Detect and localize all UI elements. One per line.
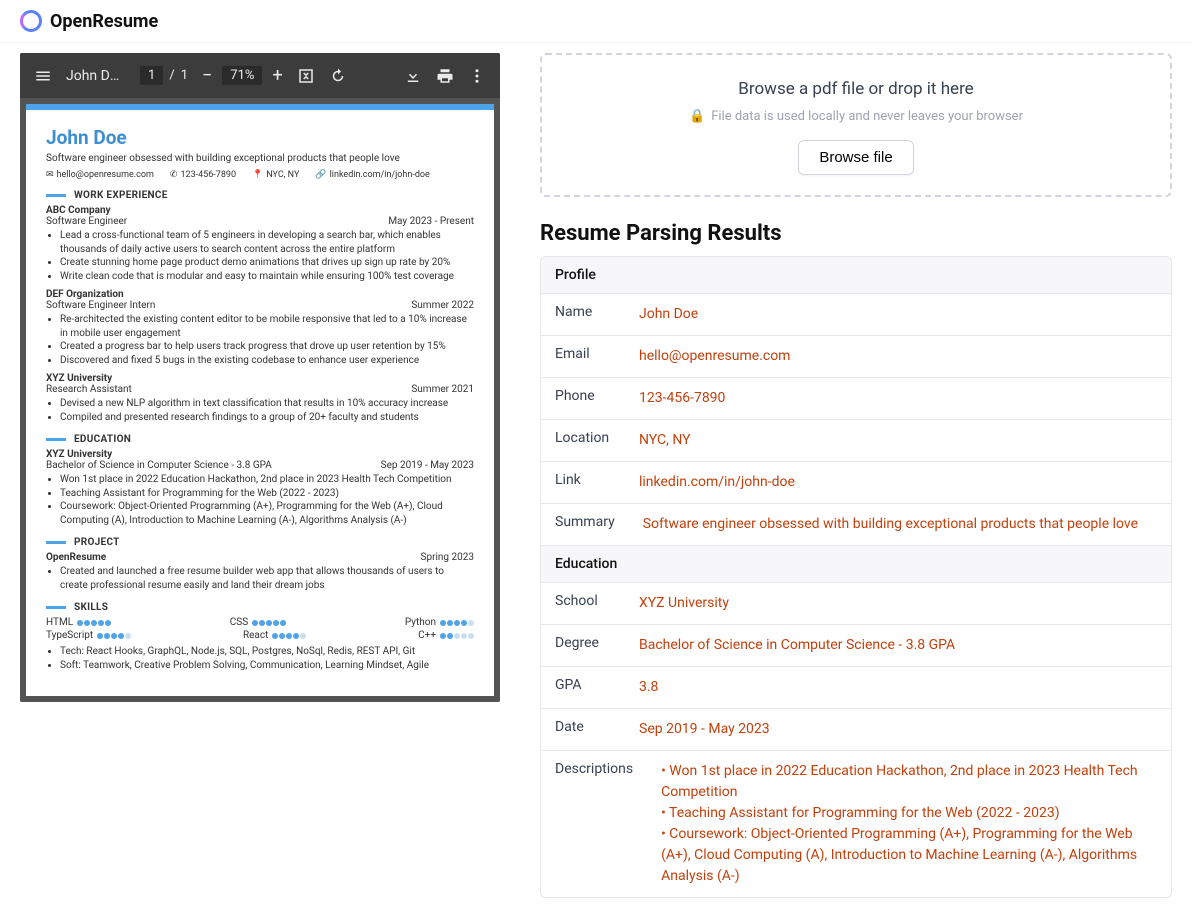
section-header-education: Education xyxy=(541,545,1171,582)
download-icon[interactable] xyxy=(404,67,422,85)
resume-location: 📍 NYC, NY xyxy=(252,170,299,180)
resume-summary: Software engineer obsessed with building… xyxy=(46,153,474,164)
logo-text[interactable]: OpenResume xyxy=(50,11,158,32)
pdf-toolbar: John Do… 1 / 1 − 71% + xyxy=(20,53,500,98)
resume-name: John Doe xyxy=(46,126,474,149)
results-title: Resume Parsing Results xyxy=(540,221,1172,246)
zoom-value[interactable]: 71% xyxy=(222,66,262,85)
zoom-in-button[interactable]: + xyxy=(272,65,282,86)
logo-icon xyxy=(20,10,42,32)
lock-icon: 🔒 xyxy=(689,109,705,124)
section-header-profile: Profile xyxy=(541,257,1171,293)
table-row: DegreeBachelor of Science in Computer Sc… xyxy=(541,624,1171,666)
results-table: Profile NameJohn Doe Emailhello@openresu… xyxy=(540,256,1172,898)
app-header: OpenResume xyxy=(0,0,1192,43)
resume-phone: ✆ 123-456-7890 xyxy=(170,170,236,180)
dropzone-subtitle: 🔒 File data is used locally and never le… xyxy=(689,109,1023,124)
fit-page-icon[interactable] xyxy=(297,67,315,85)
table-row: Linklinkedin.com/in/john-doe xyxy=(541,461,1171,503)
table-row: SchoolXYZ University xyxy=(541,582,1171,624)
table-row: Phone123-456-7890 xyxy=(541,377,1171,419)
table-row: NameJohn Doe xyxy=(541,293,1171,335)
print-icon[interactable] xyxy=(436,67,454,85)
page-indicator: 1 / 1 xyxy=(140,66,188,85)
table-row: Emailhello@openresume.com xyxy=(541,335,1171,377)
table-row: LocationNYC, NY xyxy=(541,419,1171,461)
table-row: Descriptions• Won 1st place in 2022 Educ… xyxy=(541,750,1171,897)
pdf-viewer: John Do… 1 / 1 − 71% + xyxy=(20,53,500,702)
hamburger-icon[interactable] xyxy=(34,67,52,85)
page-current[interactable]: 1 xyxy=(140,66,163,85)
table-row: GPA3.8 xyxy=(541,666,1171,708)
resume-email: ✉ hello@openresume.com xyxy=(46,170,154,180)
zoom-out-button[interactable]: − xyxy=(202,65,212,86)
browse-file-button[interactable]: Browse file xyxy=(798,140,913,175)
table-row: DateSep 2019 - May 2023 xyxy=(541,708,1171,750)
resume-link: 🔗 linkedin.com/in/john-doe xyxy=(315,170,429,180)
dropzone[interactable]: Browse a pdf file or drop it here 🔒 File… xyxy=(540,53,1172,197)
dropzone-title: Browse a pdf file or drop it here xyxy=(562,79,1150,99)
pdf-page: John Doe Software engineer obsessed with… xyxy=(26,104,494,696)
pdf-filename: John Do… xyxy=(66,68,126,84)
more-icon[interactable] xyxy=(468,67,486,85)
rotate-icon[interactable] xyxy=(329,67,347,85)
table-row: SummarySoftware engineer obsessed with b… xyxy=(541,503,1171,545)
